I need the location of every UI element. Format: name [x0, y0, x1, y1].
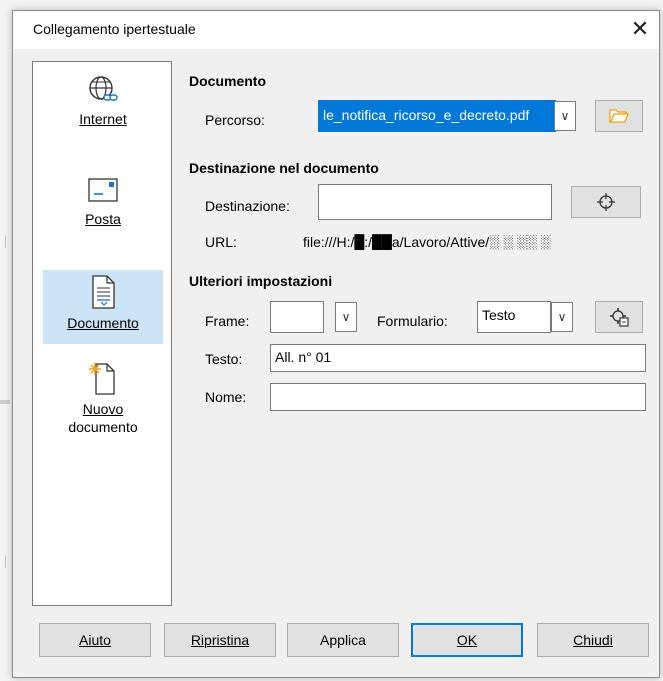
- sidebar-item-label-line1: Nuovo: [82, 401, 124, 417]
- sidebar-item-label: Documento: [67, 315, 139, 331]
- chevron-down-icon[interactable]: ∨: [554, 101, 576, 131]
- background-margin-mark: [0, 556, 6, 568]
- sidebar-item-mail[interactable]: Posta: [43, 174, 163, 254]
- form-label: Formulario:: [377, 313, 448, 329]
- frame-label: Frame:: [205, 313, 250, 329]
- name-input[interactable]: [270, 383, 646, 411]
- text-label: Testo:: [205, 351, 243, 367]
- sidebar-item-internet[interactable]: Internet: [43, 74, 163, 154]
- close-button[interactable]: Chiudi: [537, 623, 649, 657]
- folder-open-icon: [609, 109, 629, 123]
- path-label: Percorso:: [205, 112, 265, 128]
- section-title-target: Destinazione nel documento: [189, 160, 379, 176]
- document-icon: [92, 275, 115, 309]
- globe-link-icon: [89, 76, 118, 101]
- background-margin-mark: [0, 236, 6, 248]
- events-button[interactable]: [595, 301, 643, 333]
- sidebar-item-label: Posta: [85, 211, 121, 227]
- open-file-button[interactable]: [595, 100, 643, 132]
- target-label: Destinazione:: [205, 198, 290, 214]
- sidebar-item-label-line2: documento: [68, 419, 138, 435]
- hyperlink-type-sidebar: Internet Posta Documento Nuovo documento: [32, 61, 172, 606]
- close-icon[interactable]: ✕: [625, 15, 655, 45]
- gear-events-icon: [610, 308, 629, 327]
- sidebar-item-label: Internet: [79, 111, 127, 127]
- new-document-icon: [89, 363, 115, 395]
- name-label: Nome:: [205, 389, 247, 405]
- target-browse-button[interactable]: [571, 186, 641, 218]
- apply-button[interactable]: Applica: [287, 623, 399, 657]
- help-button[interactable]: Aiuto: [39, 623, 151, 657]
- url-value: file:///H:/█:/██a/Lavoro/Attive/░ ░ ░░ ░: [303, 234, 551, 250]
- title-bar: Collegamento ipertestuale ✕: [13, 11, 659, 49]
- path-combobox[interactable]: le_notifica_ricorso_e_decreto.pdf: [318, 100, 556, 132]
- section-title-document: Documento: [189, 73, 266, 89]
- chevron-down-icon[interactable]: ∨: [551, 302, 573, 332]
- form-combobox[interactable]: Testo: [477, 301, 551, 333]
- chevron-down-icon[interactable]: ∨: [335, 302, 357, 332]
- sidebar-item-new-document[interactable]: Nuovo documento: [43, 360, 163, 460]
- url-label: URL:: [205, 234, 237, 250]
- sidebar-item-document[interactable]: Documento: [43, 270, 163, 344]
- target-input[interactable]: [318, 184, 552, 220]
- frame-combobox[interactable]: [270, 301, 324, 333]
- dialog-title: Collegamento ipertestuale: [33, 21, 196, 37]
- crosshair-icon: [597, 193, 615, 211]
- reset-button[interactable]: Ripristina: [164, 623, 276, 657]
- text-input[interactable]: All. n° 01: [270, 344, 646, 372]
- ok-button[interactable]: OK: [411, 623, 523, 657]
- mail-icon: [88, 178, 118, 202]
- hyperlink-dialog: Collegamento ipertestuale ✕ Internet Pos…: [12, 10, 660, 678]
- background-ruler-line: [0, 400, 10, 404]
- section-title-more-settings: Ulteriori impostazioni: [189, 273, 333, 289]
